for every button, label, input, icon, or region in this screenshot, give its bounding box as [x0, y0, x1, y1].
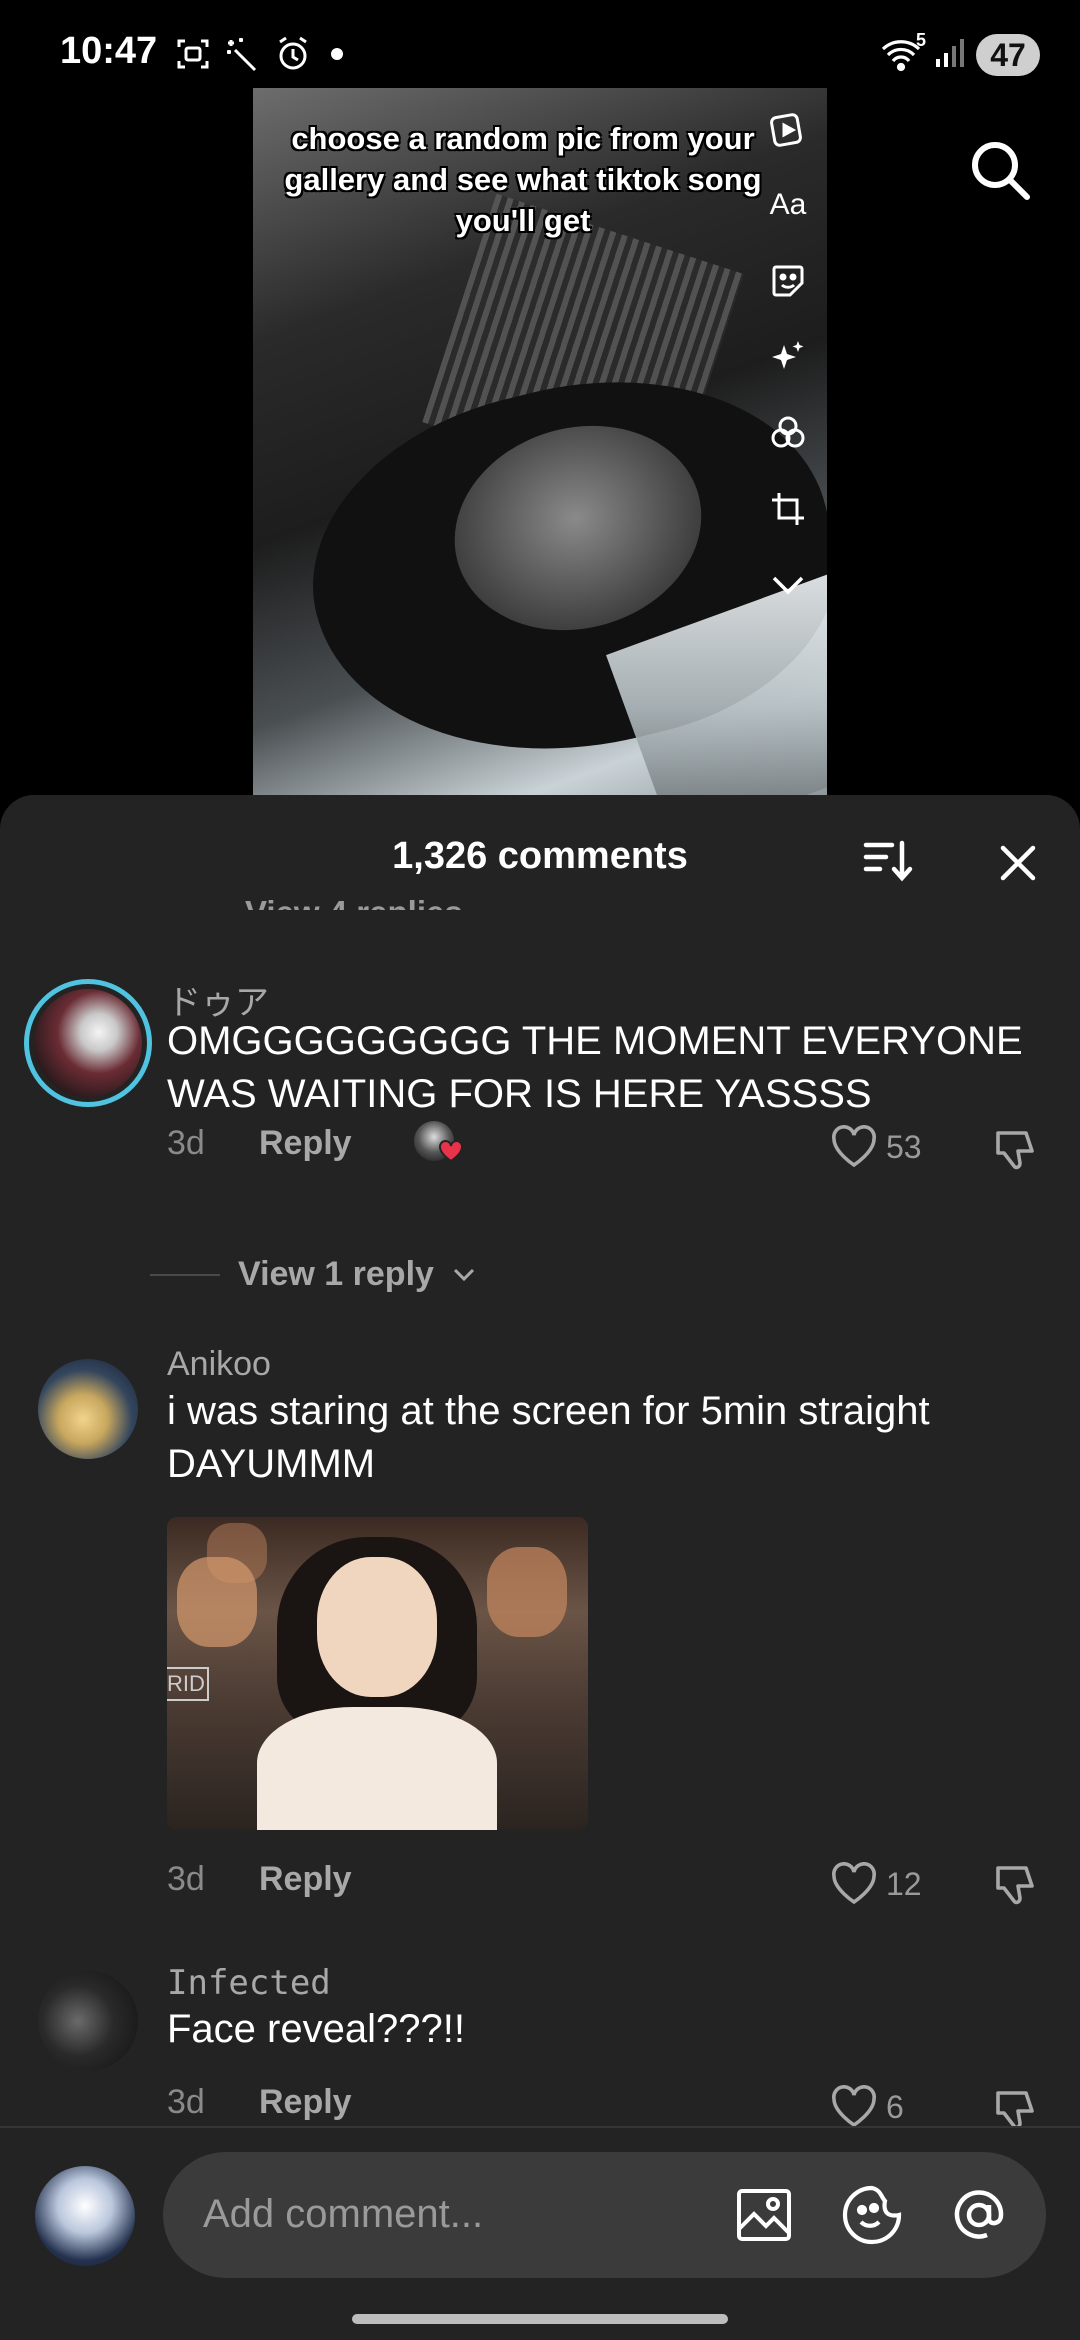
effects-sparkle-icon[interactable] — [765, 328, 811, 386]
dislike-button[interactable] — [992, 1862, 1040, 1910]
video-preview[interactable]: choose a random pic from your gallery an… — [253, 88, 827, 796]
text-tool-icon[interactable]: Aa — [765, 176, 811, 234]
search-icon — [972, 142, 1030, 200]
comment-age: 3d — [167, 1123, 205, 1162]
avatar[interactable] — [24, 979, 152, 1107]
image-sign-text: RID — [167, 1667, 209, 1701]
at-sign-icon — [954, 2190, 1004, 2239]
reply-button[interactable]: Reply — [259, 2083, 352, 2122]
mention-button[interactable] — [948, 2184, 1010, 2246]
like-count: 12 — [886, 1865, 922, 1902]
image-picker-button[interactable] — [733, 2184, 795, 2246]
search-button[interactable] — [964, 134, 1036, 206]
comment-username[interactable]: Infected — [167, 1963, 331, 2003]
comment-meta: 3d Reply — [167, 2083, 352, 2122]
chevron-down-icon — [453, 1268, 474, 1281]
dislike-button[interactable] — [992, 1127, 1040, 1175]
comment-age: 3d — [167, 1860, 205, 1898]
like-button[interactable]: 53 — [830, 1125, 922, 1169]
comment-age: 3d — [167, 2083, 205, 2121]
close-comments-button[interactable] — [992, 837, 1044, 889]
battery-indicator: 47 — [976, 34, 1040, 76]
close-icon — [1000, 845, 1036, 881]
image-figure-dress — [257, 1707, 497, 1830]
status-right-group: 5 47 — [880, 30, 1040, 76]
sort-button[interactable] — [860, 833, 916, 889]
comment-image[interactable]: RID — [167, 1517, 588, 1830]
image-bg-figure — [487, 1547, 567, 1637]
screenshot-icon — [175, 36, 211, 72]
status-time: 10:47 — [60, 30, 158, 72]
video-caption: choose a random pic from your gallery an… — [284, 121, 762, 238]
view-replies-label: View 1 reply — [238, 1255, 434, 1293]
chevron-down-icon[interactable] — [765, 556, 811, 614]
heart-badge-icon — [438, 1140, 463, 1163]
signal-icon — [934, 37, 964, 74]
heart-icon — [832, 2085, 876, 2128]
image-bg-figure — [177, 1557, 257, 1647]
crop-icon[interactable] — [765, 480, 811, 538]
reply-button[interactable]: Reply — [259, 1124, 352, 1163]
heart-icon — [832, 1862, 876, 1905]
comment-input[interactable]: Add comment... — [163, 2152, 1046, 2278]
comments-count-title: 1,326 comments — [392, 835, 688, 877]
thread-divider — [150, 1273, 220, 1276]
comment-username[interactable]: Anikoo — [167, 1345, 271, 1384]
alarm-icon — [275, 36, 311, 72]
user-avatar[interactable] — [35, 2166, 135, 2266]
comment-input-placeholder: Add comment... — [203, 2192, 484, 2236]
heart-icon — [832, 1125, 876, 1168]
thumbs-down-icon — [996, 1131, 1034, 1170]
like-button[interactable]: 6 — [830, 2085, 904, 2129]
avatar[interactable] — [38, 1971, 138, 2071]
comment-meta: 3d Reply — [167, 1860, 352, 1899]
network-type-label: 5 — [915, 30, 926, 50]
comment-text: i was staring at the screen for 5min str… — [167, 1389, 930, 1486]
comment-meta: 3d Reply — [167, 1121, 466, 1165]
filters-icon[interactable] — [765, 404, 811, 462]
gallery-icon[interactable] — [765, 100, 811, 158]
comment-text: OMGGGGGGGGG THE MOMENT EVERYONE WAS WAIT… — [167, 1019, 1023, 1116]
sticker-icon[interactable] — [765, 252, 811, 310]
image-icon — [737, 2189, 791, 2241]
like-count: 53 — [886, 1128, 922, 1165]
comment-actions: 3d Reply 12 — [0, 1860, 1080, 1930]
emoji-sticker-button[interactable] — [841, 2184, 903, 2246]
home-indicator[interactable] — [352, 2314, 728, 2324]
thumbs-down-icon — [996, 1866, 1034, 1905]
view-replies-button[interactable]: View 1 reply — [150, 1255, 476, 1294]
magic-wand-icon — [225, 36, 261, 72]
notification-dot — [331, 48, 343, 60]
editor-toolbar: Aa — [765, 100, 811, 614]
like-count: 6 — [886, 2088, 904, 2125]
sticker-face-icon — [842, 2185, 902, 2245]
comments-sheet: 1,326 comments View 4 replies ⌄ ドゥア OMGG… — [0, 795, 1080, 2340]
image-figure-head — [317, 1557, 437, 1697]
wifi-icon: 5 — [880, 30, 926, 72]
status-notification-icons — [175, 36, 343, 72]
comment-text: Face reveal???!! — [167, 2007, 465, 2051]
comments-header: 1,326 comments — [0, 795, 1080, 915]
like-button[interactable]: 12 — [830, 1862, 922, 1906]
avatar[interactable] — [38, 1359, 138, 1459]
reply-button[interactable]: Reply — [259, 1860, 352, 1899]
creator-liked-badge — [413, 1121, 466, 1165]
sort-icon — [863, 840, 913, 882]
comment-composer: Add comment... — [0, 2126, 1080, 2340]
